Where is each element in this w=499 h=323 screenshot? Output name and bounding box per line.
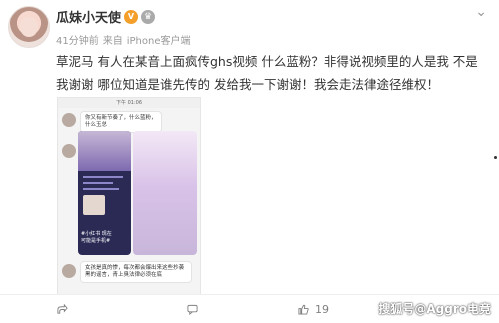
source-prefix: 来自 xyxy=(102,36,123,47)
phone-line xyxy=(83,176,123,178)
phone-screenshot: #小红书 现在 可能是手机# xyxy=(78,131,131,255)
watermark: 搜狐号@Aggro电竞 xyxy=(378,302,491,316)
phone-caption-line: #小红书 现在 xyxy=(81,231,112,237)
chat-avatar xyxy=(62,264,76,278)
like-button[interactable]: 19 xyxy=(298,303,329,316)
phone-thumbnail xyxy=(83,195,105,215)
scroll-indicator xyxy=(494,156,497,159)
phone-line xyxy=(83,182,113,184)
source-device[interactable]: iPhone客户端 xyxy=(127,32,191,47)
thumbs-up-icon xyxy=(298,304,309,315)
post-text: 草泥马 有人在某音上面疯传ghs视频 什么蓝粉？非得说视频里的人是我 不是我谢谢… xyxy=(56,54,478,92)
chevron-down-icon[interactable]: ⌄ xyxy=(475,4,487,20)
post-meta: 41分钟前 来自 iPhone客户端 xyxy=(56,32,191,47)
comment-button[interactable] xyxy=(187,304,204,315)
phone-line xyxy=(83,188,119,190)
like-count: 19 xyxy=(315,302,329,316)
share-button[interactable] xyxy=(57,303,68,315)
avatar-face xyxy=(20,17,38,37)
username[interactable]: 瓜妹小天使 V ♛ xyxy=(56,7,156,26)
phone-caption: #小红书 现在 可能是手机# xyxy=(81,231,112,245)
username-text[interactable]: 瓜妹小天使 xyxy=(56,7,121,26)
phone-caption-line: 可能是手机# xyxy=(81,238,111,244)
screenshot-time: 下午 01:06 xyxy=(58,98,200,108)
phone-header xyxy=(78,131,131,171)
post-timestamp: 41分钟前 xyxy=(56,36,99,47)
member-icon: ♛ xyxy=(141,9,156,24)
share-icon xyxy=(57,303,68,314)
chat-avatar xyxy=(62,113,76,127)
chat-message: 你又有新节奏了，什么蓝粉，什么玉总 xyxy=(80,111,162,133)
vip-icon: V xyxy=(124,9,139,24)
phone-background xyxy=(133,131,197,255)
chat-message: 女孩是真的惨，每次都会爆出来这些抄袭黑的谣言，青上臭法律必须在底 xyxy=(80,261,192,283)
comment-icon xyxy=(187,304,198,315)
avatar[interactable] xyxy=(8,6,50,48)
chat-avatar xyxy=(62,144,76,158)
post-image[interactable]: 下午 01:06 你又有新节奏了，什么蓝粉，什么玉总 #小红书 现在 可能是手机… xyxy=(57,97,201,297)
